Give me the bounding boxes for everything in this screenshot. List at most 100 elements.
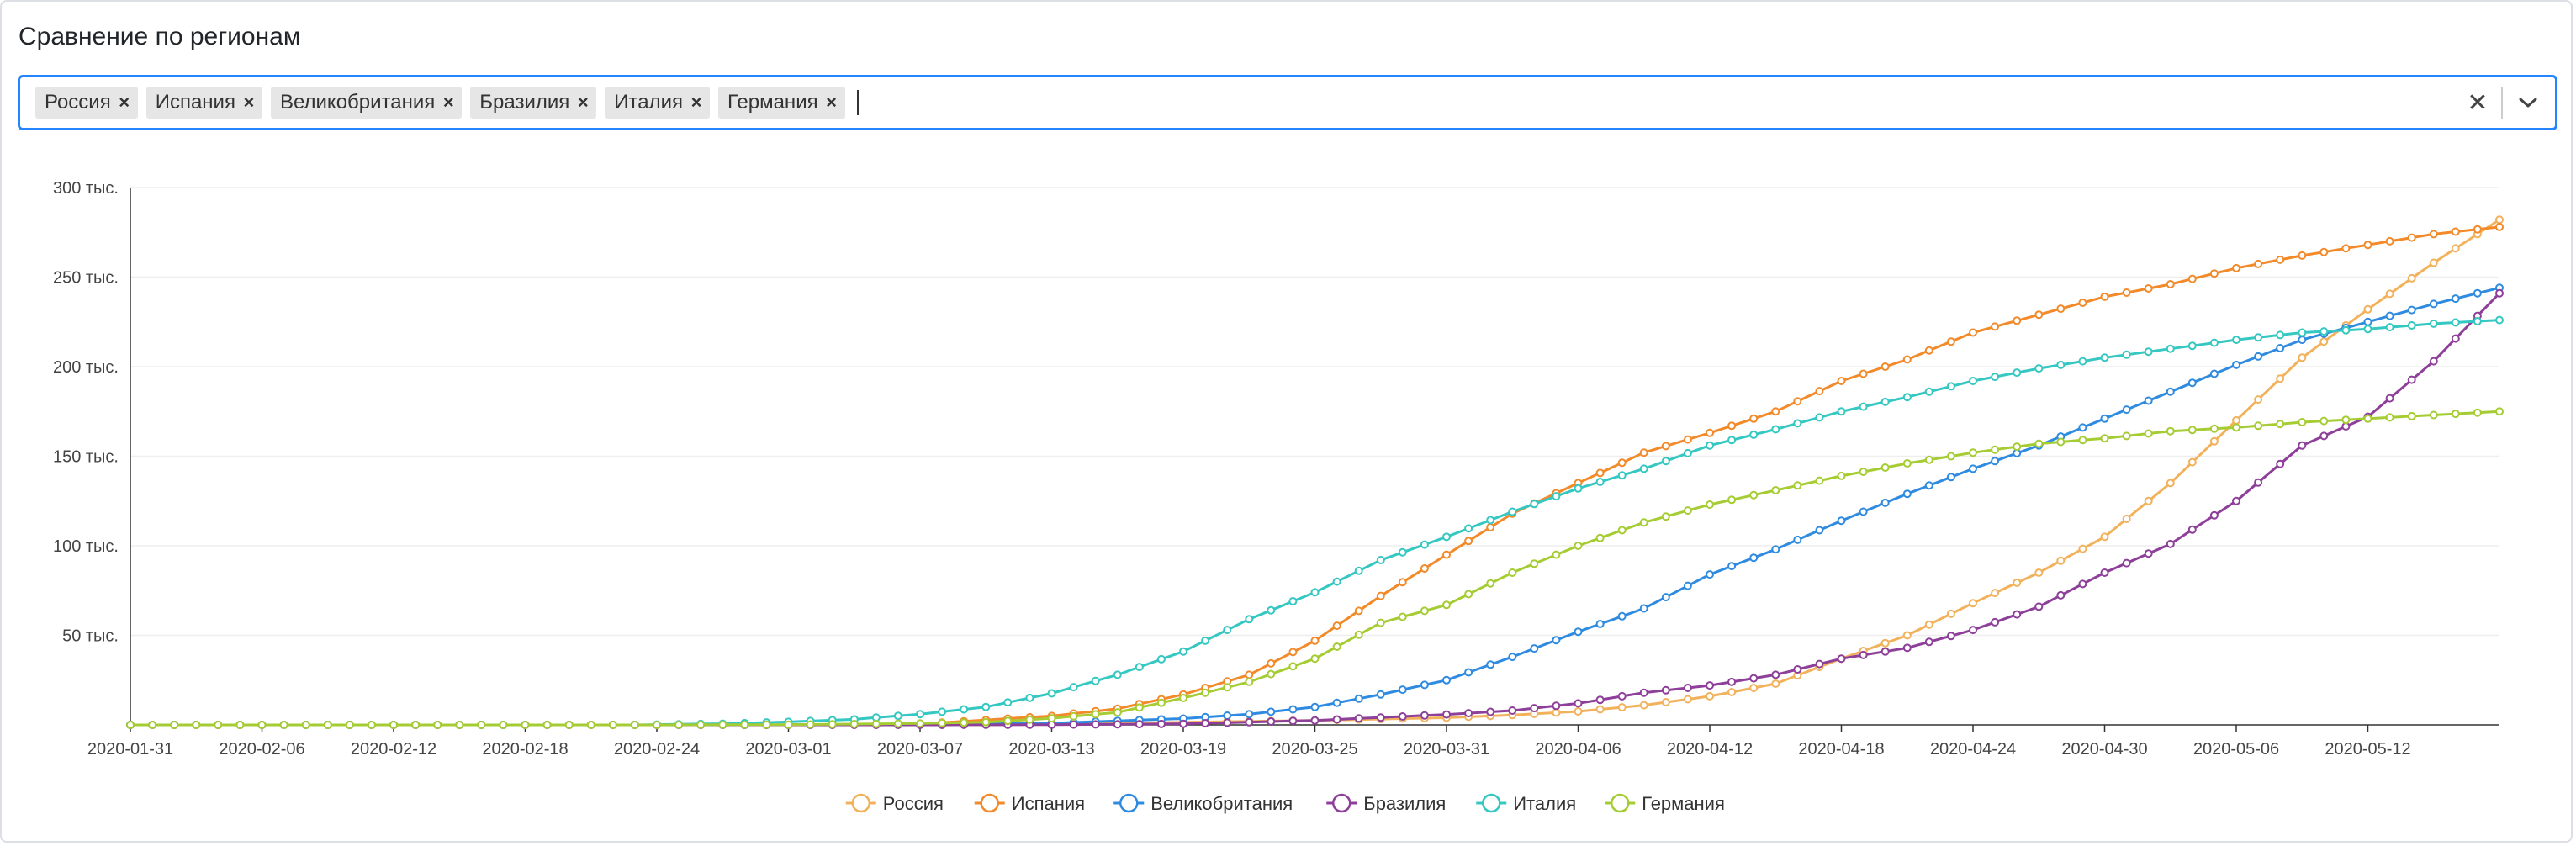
series-point	[1091, 676, 1100, 685]
series-point	[1661, 685, 1670, 695]
series-point	[2034, 364, 2044, 373]
series-point	[2407, 273, 2416, 283]
series-point	[1991, 445, 2000, 454]
legend-marker	[1611, 793, 1630, 813]
series-point	[1267, 605, 1276, 615]
x-tick-label: 2020-04-18	[1798, 740, 1884, 759]
remove-tag-button[interactable]: ×	[683, 87, 710, 119]
legend-label: Испания	[1012, 793, 1085, 814]
series-point	[1288, 705, 1298, 714]
series-point	[1376, 690, 1385, 699]
series-point	[1880, 362, 1890, 371]
series-point	[1969, 599, 1977, 608]
series-point	[345, 721, 354, 729]
series-point	[1530, 704, 1539, 713]
series-point	[1091, 710, 1100, 719]
series-point	[2166, 344, 2175, 353]
series-point	[1771, 425, 1780, 434]
series-point	[2298, 336, 2307, 345]
series-point	[1924, 620, 1933, 629]
series-point	[1793, 397, 1802, 406]
text-caret[interactable]	[856, 90, 859, 115]
dropdown-toggle-button[interactable]	[2508, 84, 2548, 121]
series-point	[2407, 411, 2416, 420]
series-point	[871, 719, 881, 728]
series-point	[1683, 581, 1692, 590]
series-point	[1245, 717, 1254, 727]
series-point	[1420, 606, 1429, 616]
series-point	[2451, 318, 2460, 327]
series-point	[1617, 611, 1627, 621]
series-point	[2254, 259, 2263, 268]
series-point	[1991, 322, 2000, 331]
series-point	[1793, 419, 1802, 428]
series-point	[1398, 612, 1407, 621]
series-point	[1617, 703, 1627, 712]
series-point	[2187, 457, 2197, 467]
series-point	[2232, 423, 2240, 432]
series-point	[1727, 562, 1737, 571]
series-point	[2495, 407, 2504, 416]
series-point	[2034, 310, 2044, 320]
x-tick-label: 2020-04-24	[1930, 740, 2016, 759]
series-point	[1025, 715, 1034, 724]
series-line	[130, 410, 2500, 727]
series-point	[981, 717, 991, 727]
series-point	[148, 721, 157, 729]
series-point	[2451, 244, 2460, 253]
series-point	[893, 711, 902, 721]
series-point	[411, 721, 421, 729]
region-tag: Испания ×	[145, 87, 262, 119]
series-point	[1376, 618, 1385, 627]
remove-tag-button[interactable]: ×	[235, 87, 262, 119]
series-point	[828, 720, 837, 729]
series-point	[1508, 706, 1517, 715]
series-point	[2144, 496, 2153, 505]
series-point	[1749, 490, 1759, 500]
series-point	[2429, 319, 2438, 328]
series-point	[1354, 630, 1363, 639]
series-point	[1574, 627, 1583, 637]
remove-tag-button[interactable]: ×	[111, 87, 138, 119]
series-point	[740, 720, 749, 729]
series-point	[433, 721, 442, 729]
series-point	[1442, 600, 1451, 610]
series-point	[1179, 694, 1187, 702]
series-point	[916, 710, 924, 719]
series-point	[1574, 484, 1583, 493]
region-multiselect[interactable]: Россия × Испания × Великобритания × Бразилия × И…	[18, 75, 2557, 130]
series-point	[2034, 602, 2044, 611]
series-point	[1946, 337, 1955, 346]
series-point	[1135, 720, 1144, 729]
series-point	[762, 720, 771, 729]
clear-selection-button[interactable]: ✕	[2459, 84, 2496, 121]
remove-tag-button[interactable]: ×	[435, 87, 462, 119]
series-point	[1771, 670, 1780, 679]
series-point	[1727, 495, 1737, 505]
series-point	[1727, 421, 1737, 431]
series-point	[1113, 720, 1122, 729]
series-point	[1398, 578, 1407, 587]
series-point	[1530, 500, 1539, 509]
series-point	[674, 720, 684, 729]
series-point	[2319, 247, 2329, 256]
remove-tag-button[interactable]: ×	[818, 87, 845, 119]
series-point	[1442, 532, 1451, 542]
series-point	[1969, 448, 1977, 457]
series-point	[1552, 708, 1561, 717]
series-point	[2298, 441, 2307, 450]
series-point	[1069, 683, 1078, 692]
remove-tag-button[interactable]: ×	[569, 87, 596, 119]
series-point	[1420, 680, 1429, 690]
series-point	[1617, 458, 1627, 468]
series-point	[323, 721, 332, 729]
series-point	[2078, 299, 2087, 307]
series-point	[1946, 473, 1955, 482]
series-point	[2232, 336, 2240, 345]
series-point	[2451, 334, 2460, 343]
series-point	[235, 721, 245, 729]
series-point	[1706, 500, 1714, 509]
series-point	[1442, 675, 1451, 685]
chevron-down-icon	[2519, 98, 2537, 108]
series-point	[2429, 410, 2438, 420]
